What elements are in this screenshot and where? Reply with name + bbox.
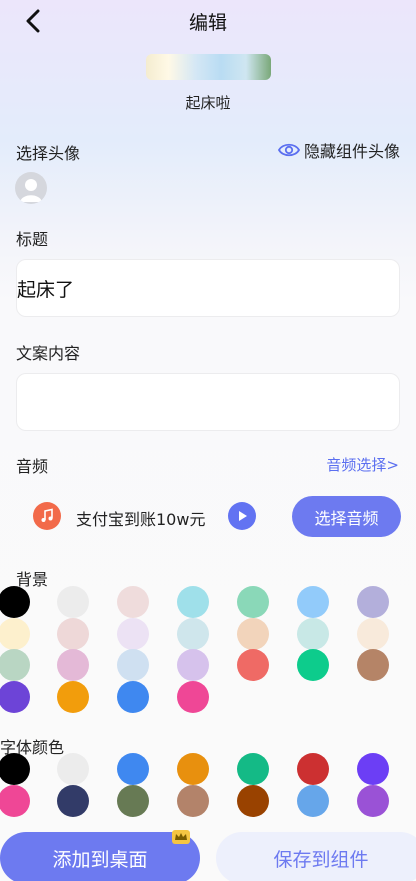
background-color-swatch[interactable]	[177, 649, 209, 681]
page-title: 编辑	[188, 12, 227, 34]
background-color-swatch[interactable]	[177, 617, 209, 650]
background-color-swatch[interactable]	[237, 649, 269, 681]
audio-select-link[interactable]: 音频选择>	[326, 454, 399, 475]
play-button[interactable]	[228, 502, 256, 530]
background-color-swatch[interactable]	[57, 649, 89, 681]
font-color-swatch[interactable]	[237, 784, 269, 817]
avatar[interactable]	[15, 172, 47, 204]
save-to-widget-button[interactable]: 保存到组件	[216, 832, 416, 881]
title-section-label: 标题	[16, 230, 49, 249]
hide-avatar-toggle[interactable]: 隐藏组件头像	[277, 138, 400, 162]
font-color-swatch[interactable]	[177, 753, 209, 785]
background-color-swatch[interactable]	[117, 586, 149, 618]
font-color-swatch[interactable]	[357, 753, 389, 785]
audio-track-name: 支付宝到账10w元	[76, 510, 206, 529]
background-color-swatch[interactable]	[357, 649, 389, 681]
background-section-label: 背景	[16, 570, 49, 589]
font-color-swatch[interactable]	[57, 753, 89, 785]
background-color-swatch[interactable]	[117, 680, 149, 713]
font-color-swatch[interactable]	[237, 753, 269, 785]
background-color-swatch[interactable]	[57, 617, 89, 650]
font-color-swatch[interactable]	[297, 753, 329, 785]
avatar-section-label: 选择头像	[16, 144, 81, 163]
background-color-swatch[interactable]	[297, 649, 329, 681]
background-color-swatch[interactable]	[0, 586, 30, 618]
background-color-swatch[interactable]	[177, 586, 209, 618]
preview-caption: 起床啦	[185, 94, 231, 112]
font-color-swatch[interactable]	[117, 753, 149, 785]
pick-audio-button[interactable]: 选择音频	[292, 496, 401, 537]
background-color-swatch[interactable]	[117, 649, 149, 681]
play-icon	[239, 511, 247, 521]
font-color-swatch[interactable]	[117, 784, 149, 817]
font-color-swatch[interactable]	[357, 784, 389, 817]
add-to-desktop-button[interactable]: 添加到桌面	[0, 832, 200, 881]
title-field-container	[16, 259, 400, 317]
background-color-swatch[interactable]	[237, 586, 269, 618]
background-color-swatch[interactable]	[0, 649, 30, 681]
background-color-swatch[interactable]	[57, 680, 89, 713]
font-color-swatch[interactable]	[0, 753, 30, 785]
widget-preview-image	[146, 54, 271, 80]
background-color-swatch[interactable]	[0, 680, 30, 713]
background-color-swatch[interactable]	[297, 617, 329, 650]
audio-section-label: 音频	[16, 457, 49, 476]
title-input[interactable]	[17, 260, 399, 316]
content-field-container	[16, 373, 400, 431]
background-color-swatch[interactable]	[57, 586, 89, 618]
background-color-swatch[interactable]	[177, 680, 209, 713]
font-color-swatch[interactable]	[0, 784, 30, 817]
background-color-swatch[interactable]	[357, 617, 389, 650]
background-color-swatch[interactable]	[117, 617, 149, 650]
background-color-swatch[interactable]	[0, 617, 30, 650]
content-section-label: 文案内容	[16, 344, 81, 363]
user-icon	[20, 179, 42, 202]
hide-avatar-label: 隐藏组件头像	[303, 142, 400, 161]
background-color-swatch[interactable]	[297, 586, 329, 618]
content-textarea[interactable]	[17, 374, 399, 430]
font-color-swatch[interactable]	[177, 784, 209, 817]
crown-icon	[172, 830, 190, 844]
background-color-swatch[interactable]	[237, 617, 269, 650]
eye-icon	[277, 143, 300, 157]
music-note-icon	[33, 502, 61, 530]
font-color-swatch[interactable]	[57, 784, 89, 817]
font-color-swatch[interactable]	[297, 784, 329, 817]
background-color-swatch[interactable]	[357, 586, 389, 618]
